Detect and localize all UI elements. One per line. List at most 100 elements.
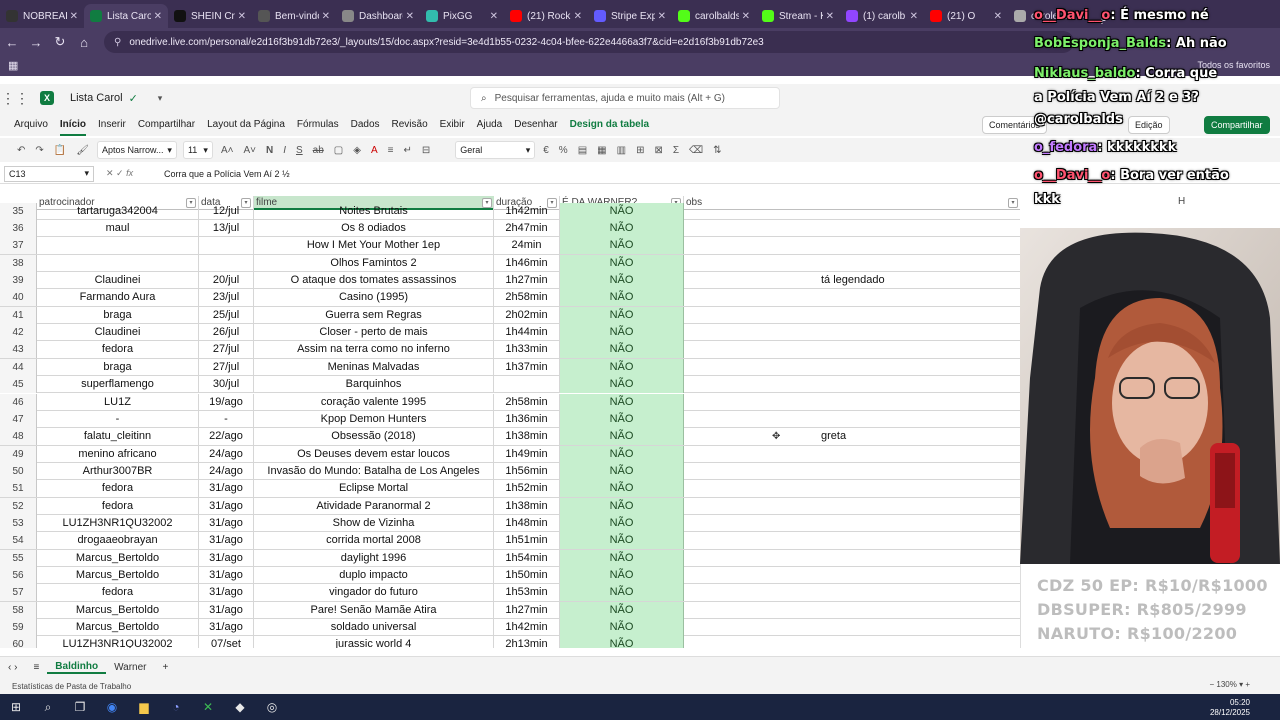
cell-duracao[interactable]: 1h53min — [494, 584, 560, 602]
cell-duracao[interactable]: 2h13min — [494, 636, 560, 648]
cell-data[interactable]: 27/jul — [199, 358, 254, 376]
cell-obs[interactable] — [684, 498, 1020, 515]
cell-filme[interactable]: coração valente 1995 — [254, 393, 494, 411]
close-tab-icon[interactable]: ✕ — [238, 11, 246, 22]
cell-duracao[interactable]: 1h56min — [494, 462, 560, 480]
cell-filme[interactable]: Casino (1995) — [254, 289, 494, 307]
all-sheets-icon[interactable]: ≡ — [25, 662, 47, 673]
cell-obs[interactable] — [684, 550, 1020, 567]
browser-tab[interactable]: Stream - K ✕ — [756, 4, 840, 28]
sheet-tab-baldinho[interactable]: Baldinho — [47, 661, 107, 674]
browser-tab[interactable]: NOBREAK✕ — [0, 4, 84, 28]
ribbon-tab-table-design[interactable]: Design da tabela — [564, 119, 655, 130]
cell-patrocinador[interactable]: Claudinei — [37, 324, 199, 342]
row-number[interactable]: 35 — [0, 203, 37, 220]
cell-warner[interactable]: NÃO — [560, 358, 684, 376]
cell-obs[interactable] — [684, 532, 1020, 549]
cell-warner[interactable]: NÃO — [560, 393, 684, 411]
browser-tab[interactable]: Bem-vindo ✕ — [252, 4, 336, 28]
cell-patrocinador[interactable]: Marcus_Bertoldo — [37, 601, 199, 619]
cell-warner[interactable]: NÃO — [560, 203, 684, 220]
cell-duracao[interactable]: 1h37min — [494, 358, 560, 376]
cell-warner[interactable]: NÃO — [560, 376, 684, 394]
comments-button[interactable]: Comentários — [982, 116, 1048, 134]
cell-patrocinador[interactable]: fedora — [37, 497, 199, 515]
cell-data[interactable]: 24/ago — [199, 462, 254, 480]
ribbon-tab[interactable]: Compartilhar — [132, 119, 201, 130]
cell-patrocinador[interactable]: fedora — [37, 584, 199, 602]
cell-data[interactable]: 25/jul — [199, 306, 254, 324]
cell-obs[interactable]: tá legendado — [684, 272, 1020, 289]
row-number[interactable]: 51 — [0, 480, 37, 498]
cell-warner[interactable]: NÃO — [560, 237, 684, 255]
cell-warner[interactable]: NÃO — [560, 410, 684, 428]
cell-duracao[interactable]: 1h51min — [494, 532, 560, 550]
row-number[interactable]: 57 — [0, 584, 37, 602]
forward-icon[interactable]: → — [24, 35, 48, 50]
fill-color-icon[interactable]: ◈ — [348, 145, 366, 156]
strikethrough-icon[interactable]: ab — [308, 145, 329, 156]
cell-duracao[interactable]: 2h47min — [494, 220, 560, 237]
cell-data[interactable]: 31/ago — [199, 497, 254, 515]
cell-data[interactable]: - — [199, 410, 254, 428]
cell-filme[interactable]: soldado universal — [254, 619, 494, 637]
row-number[interactable]: 36 — [0, 220, 37, 237]
close-tab-icon[interactable]: ✕ — [658, 11, 666, 22]
cell-obs[interactable] — [684, 376, 1020, 393]
row-number[interactable]: 49 — [0, 445, 37, 463]
ribbon-tab[interactable]: Layout da Página — [201, 119, 291, 130]
cell-duracao[interactable]: 1h48min — [494, 514, 560, 532]
wrap-text-icon[interactable]: ↵ — [398, 145, 416, 156]
font-family-select[interactable]: Aptos Narrow... ▾ — [96, 141, 177, 159]
xbox-icon[interactable]: ✕ — [192, 694, 224, 720]
row-number[interactable]: 59 — [0, 619, 37, 637]
column-header-h[interactable]: H — [1178, 196, 1185, 207]
cell-filme[interactable]: Pare! Senão Mamãe Atira — [254, 601, 494, 619]
app-launcher-icon[interactable]: ⋮⋮ — [0, 90, 30, 107]
ribbon-tab[interactable]: Revisão — [386, 119, 434, 130]
url-field[interactable]: ⚲ onedrive.live.com/personal/e2d16f3b91d… — [104, 31, 1074, 53]
cell-duracao[interactable]: 2h58min — [494, 289, 560, 307]
cell-duracao[interactable]: 1h50min — [494, 567, 560, 584]
cell-data[interactable]: 24/ago — [199, 445, 254, 463]
cell-filme[interactable]: corrida mortal 2008 — [254, 532, 494, 550]
cell-warner[interactable]: NÃO — [560, 341, 684, 359]
cell-patrocinador[interactable]: Marcus_Bertoldo — [37, 619, 199, 637]
currency-icon[interactable]: € — [538, 145, 554, 156]
insert-icon[interactable]: ⊞ — [631, 145, 649, 156]
zoom-level[interactable]: − 130% ▾ + — [1209, 680, 1250, 689]
ribbon-tab[interactable]: Desenhar — [508, 119, 563, 130]
all-bookmarks[interactable]: Todos os favoritos — [1197, 60, 1270, 70]
cell-styles-icon[interactable]: ▥ — [612, 145, 631, 156]
cell-patrocinador[interactable]: drogaaeobrayan — [37, 532, 199, 550]
document-name[interactable]: Lista Carol — [70, 92, 123, 104]
cell-data[interactable]: 26/jul — [199, 324, 254, 342]
cell-warner[interactable]: NÃO — [560, 220, 684, 237]
cell-filme[interactable]: Guerra sem Regras — [254, 306, 494, 324]
prev-sheet-icon[interactable]: ‹ › — [0, 662, 25, 673]
close-tab-icon[interactable]: ✕ — [70, 11, 78, 22]
cell-warner[interactable]: NÃO — [560, 480, 684, 498]
row-number[interactable]: 43 — [0, 341, 37, 359]
clear-icon[interactable]: ⌫ — [684, 145, 708, 156]
cell-patrocinador[interactable]: Claudinei — [37, 272, 199, 290]
add-sheet-icon[interactable]: + — [155, 662, 177, 673]
cell-duracao[interactable]: 1h38min — [494, 497, 560, 515]
cell-obs[interactable] — [684, 324, 1020, 341]
merge-icon[interactable]: ⊟ — [417, 145, 435, 156]
ribbon-tab[interactable]: Ajuda — [471, 119, 509, 130]
ribbon-tab[interactable]: Exibir — [434, 119, 471, 130]
browser-tab[interactable]: (1) carolb ✕ — [840, 4, 924, 28]
cell-warner[interactable]: NÃO — [560, 636, 684, 648]
cell-warner[interactable]: NÃO — [560, 549, 684, 567]
browser-tab[interactable]: PixGG ✕ — [420, 4, 504, 28]
search-icon[interactable]: ⌕ — [32, 694, 64, 720]
cell-patrocinador[interactable]: Arthur3007BR — [37, 462, 199, 480]
cell-obs[interactable] — [684, 446, 1020, 463]
workbook-stats[interactable]: Estatísticas de Pasta de Trabalho — [12, 682, 131, 691]
cell-warner[interactable]: NÃO — [560, 289, 684, 307]
cell-filme[interactable]: Obsessão (2018) — [254, 428, 494, 446]
close-tab-icon[interactable]: ✕ — [1078, 11, 1086, 22]
cell-patrocinador[interactable]: Farmando Aura — [37, 289, 199, 307]
cell-obs[interactable] — [684, 307, 1020, 324]
